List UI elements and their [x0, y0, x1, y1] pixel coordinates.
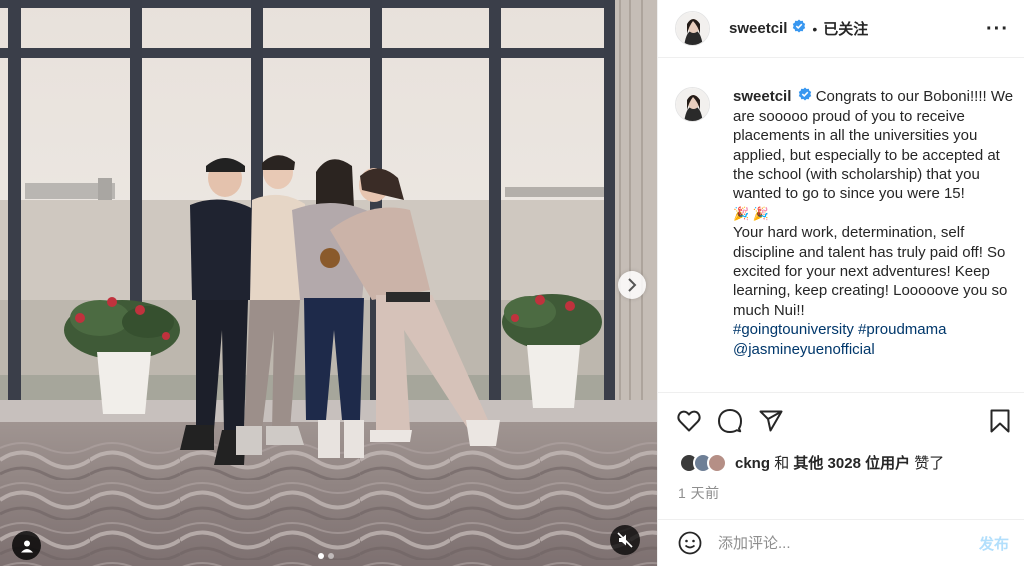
caption-username[interactable]: sweetcil [733, 88, 791, 105]
comment-bar: 发布 [658, 519, 1024, 566]
caption-body-2: Your hard work, determination, self disc… [733, 224, 1008, 319]
mute-icon [617, 532, 633, 548]
caption-scroll-area[interactable]: sweetcil Congrats to our Boboni!!!! We a… [658, 59, 1024, 388]
caption-body: Congrats to our Boboni!!!! We are sooooo… [733, 88, 1014, 203]
caption: sweetcil Congrats to our Boboni!!!! We a… [733, 87, 1019, 359]
separator-dot: • [812, 20, 818, 37]
tagged-users-button[interactable] [12, 531, 41, 560]
hashtag-links[interactable]: #goingtouniversity #proudmama [733, 321, 946, 338]
chevron-right-icon [628, 278, 637, 292]
likes-summary: ckng 和 其他 3028 位用户 赞了 [679, 452, 944, 473]
avatar [707, 452, 727, 473]
mute-button[interactable] [610, 525, 640, 555]
post-details-panel: sweetcil • 已关注 ··· sweetcil Congrats to … [657, 0, 1024, 566]
other-likers-link[interactable]: 其他 3028 位用户 [793, 455, 910, 472]
save-icon[interactable] [990, 409, 1010, 433]
post-photo [0, 0, 657, 566]
comment-input[interactable] [718, 534, 979, 552]
likes-connector: 和 [774, 455, 790, 472]
carousel-dot [328, 553, 334, 559]
emoji-icon[interactable] [678, 531, 702, 555]
liker-avatars[interactable] [679, 452, 727, 473]
share-icon[interactable] [759, 410, 783, 432]
carousel-indicator [318, 553, 334, 559]
user-tag-icon [20, 540, 33, 552]
carousel-dot-active [318, 553, 324, 559]
username-link[interactable]: sweetcil [729, 20, 787, 37]
post-media[interactable] [0, 0, 657, 566]
party-popper-emoji: 🎉 🎉 [733, 205, 769, 221]
more-icon[interactable]: ··· [986, 19, 1009, 39]
avatar[interactable] [675, 11, 710, 46]
likes-suffix: 赞了 [914, 455, 945, 472]
post-header: sweetcil • 已关注 ··· [658, 0, 1024, 58]
first-liker-link[interactable]: ckng [735, 455, 770, 472]
mention-link[interactable]: @jasmineyuenofficial [733, 341, 875, 358]
verified-badge-icon [798, 87, 812, 106]
comment-icon[interactable] [718, 408, 742, 433]
carousel-next-button[interactable] [618, 271, 646, 299]
post-comment-button[interactable]: 发布 [979, 533, 1009, 554]
follow-status-button[interactable]: 已关注 [823, 18, 868, 39]
post-timestamp[interactable]: 1 天前 [678, 483, 720, 503]
profile-picture [676, 12, 709, 45]
verified-badge-icon [792, 19, 806, 38]
heart-icon[interactable] [677, 410, 701, 432]
action-bar [658, 392, 1024, 448]
